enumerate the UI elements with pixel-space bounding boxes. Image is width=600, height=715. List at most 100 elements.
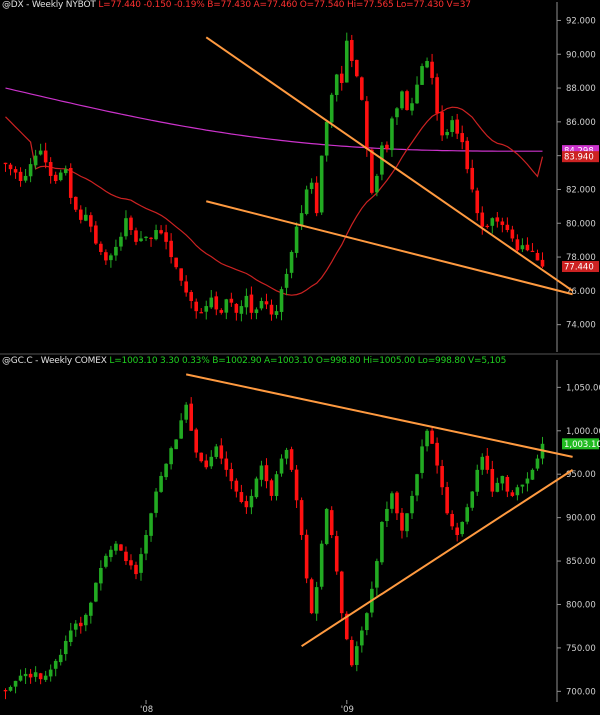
- gc-candle-body: [58, 654, 63, 663]
- dx-candle-body: [264, 301, 269, 305]
- dx-candle-body: [244, 295, 249, 308]
- dx-candle-body: [68, 167, 73, 198]
- dx-candle-body: [13, 169, 18, 173]
- dx-candle-body: [189, 292, 193, 301]
- gc-candle-body: [455, 527, 459, 535]
- dx-candle-body: [89, 215, 93, 227]
- dx-candle-body: [214, 296, 219, 310]
- gc-candle-body: [63, 640, 68, 655]
- gc-candle-body: [169, 448, 173, 465]
- gc-candle-body: [390, 493, 394, 509]
- gc-candle-body: [89, 602, 93, 616]
- dx-candle-body: [204, 306, 209, 312]
- gc-y-tick-label: 800.00: [566, 600, 596, 610]
- gc-candle-body: [279, 458, 284, 474]
- gc-candle-body: [23, 673, 28, 677]
- dx-price-tag-label: 77.440: [564, 263, 594, 273]
- dx-candle-body: [239, 306, 244, 314]
- dx-candle-body: [405, 91, 409, 111]
- dx-candle-body: [199, 312, 204, 314]
- gc-candle-body: [13, 680, 18, 687]
- gc-candle-body: [299, 500, 304, 535]
- gc-candle-body: [339, 571, 344, 614]
- gc-candle-body: [430, 430, 434, 444]
- dx-candle-body: [104, 252, 108, 261]
- gc-candle-body: [73, 623, 78, 630]
- dx-candle-body: [485, 225, 490, 228]
- dx-candle-body: [18, 171, 23, 181]
- gc-candle-body: [465, 507, 470, 522]
- gc-candle-body: [495, 482, 500, 492]
- dx-candle-body: [329, 94, 334, 123]
- dx-candle-body: [319, 155, 324, 213]
- dx-candle-body: [309, 182, 314, 190]
- dx-candle-body: [540, 259, 545, 267]
- gc-candle-body: [78, 622, 83, 627]
- gc-candle-body: [395, 492, 399, 514]
- gc-candle-body: [259, 465, 264, 480]
- dx-candle-body: [415, 84, 419, 104]
- dx-candle-body: [500, 221, 505, 225]
- dx-candle-body: [154, 230, 158, 240]
- gc-candle-body: [289, 449, 294, 470]
- dx-candle-body: [314, 182, 319, 214]
- dx-candle-body: [209, 297, 214, 308]
- dx-candle-body: [99, 243, 103, 252]
- dx-candle-body: [304, 189, 309, 214]
- dx-candle-body: [495, 217, 500, 222]
- dx-candle-body: [299, 213, 304, 226]
- dx-candle-body: [194, 301, 199, 312]
- gc-candle-body: [104, 555, 108, 567]
- gc-candle-body: [324, 508, 329, 544]
- dx-candle-body: [475, 190, 480, 214]
- gc-candle-body: [535, 458, 540, 469]
- gc-candle-body: [154, 491, 158, 513]
- dx-candle-body: [8, 164, 13, 170]
- dx-candle-body: [149, 237, 153, 239]
- gc-candle-body: [380, 521, 384, 563]
- gc-candle-body: [184, 404, 188, 420]
- gc-candle-body: [375, 561, 379, 588]
- gc-candle-body: [43, 675, 48, 680]
- gc-candle-body: [33, 672, 38, 677]
- dx-candle-body: [23, 175, 28, 181]
- gc-candle-body: [124, 551, 128, 562]
- gc-candle-body: [520, 484, 525, 487]
- dx-candle-body: [375, 175, 379, 193]
- gc-candle-body: [485, 455, 490, 470]
- dx-candle-body: [430, 61, 434, 78]
- dx-candle-body: [219, 310, 224, 313]
- gc-candle-body: [18, 675, 23, 681]
- dx-candle-body: [535, 252, 540, 261]
- gc-candle-body: [3, 689, 8, 692]
- gc-y-tick-label: 1,050.00: [566, 383, 600, 393]
- gc-candle-body: [159, 475, 163, 492]
- gc-candle-body: [410, 495, 414, 514]
- dx-candle-body: [400, 91, 404, 109]
- gc-candle-body: [500, 475, 505, 484]
- dx-candle-body: [284, 273, 289, 288]
- gc-candle-body: [94, 582, 98, 602]
- gc-candle-body: [334, 536, 339, 572]
- gc-candle-body: [134, 564, 138, 575]
- x-tick-label: '08: [140, 705, 153, 715]
- dx-candle-body: [520, 245, 525, 250]
- gc-candle-body: [224, 458, 229, 470]
- gc-candle-body: [440, 466, 444, 488]
- gc-y-tick-label: 900.00: [566, 514, 596, 524]
- gc-candle-body: [38, 673, 43, 680]
- gc-candle-body: [450, 513, 454, 527]
- gc-candle-body: [164, 463, 168, 478]
- gc-y-tick-label: 750.00: [566, 644, 596, 654]
- gc-candle-body: [129, 560, 133, 566]
- dx-candle-body: [124, 218, 128, 237]
- gc-candle-body: [264, 465, 269, 482]
- gc-candle-body: [199, 452, 204, 462]
- dx-price-tag-label: 83.940: [564, 153, 594, 163]
- dx-candle-body: [169, 240, 173, 258]
- gc-candle-body: [365, 613, 369, 631]
- gc-candle-body: [420, 446, 424, 473]
- gc-candle-body: [525, 478, 530, 484]
- gc-candle-body: [284, 449, 289, 459]
- gc-candle-body: [219, 445, 224, 459]
